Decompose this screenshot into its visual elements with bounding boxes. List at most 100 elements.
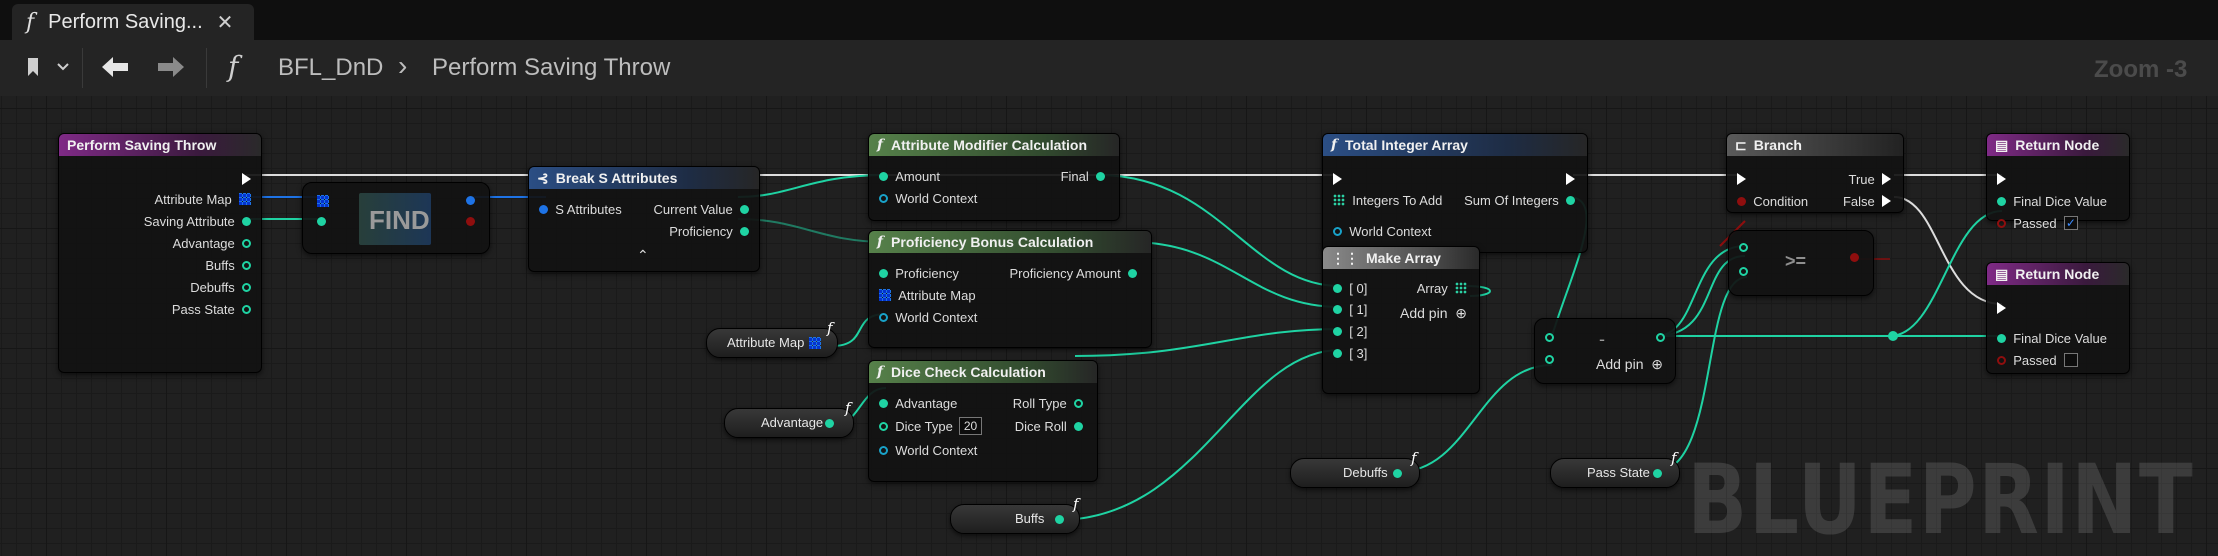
bool-output-pin[interactable] xyxy=(1850,253,1859,262)
buffs-getter[interactable]: Buffs f xyxy=(950,495,1080,534)
bool-input-pin[interactable] xyxy=(1997,355,2006,365)
exec-in-pin[interactable] xyxy=(1333,173,1342,185)
getter-label: Attribute Map xyxy=(727,335,805,350)
input-pin[interactable] xyxy=(879,268,888,278)
forward-arrow-icon[interactable] xyxy=(156,54,186,85)
input-pin[interactable] xyxy=(879,312,888,322)
entry-node[interactable]: Perform Saving Throw Attribute Map Savin… xyxy=(58,133,262,373)
collapse-chevron-icon[interactable]: ⌃ xyxy=(637,247,649,264)
subtract-operator: - xyxy=(1599,329,1605,349)
pin-label: Current Value xyxy=(653,201,733,217)
pin-label: Array xyxy=(1416,280,1448,296)
bool-input-pin[interactable] xyxy=(1997,218,2006,228)
exec-out-pin[interactable] xyxy=(1566,173,1575,185)
attribute-modifier-node[interactable]: f Attribute Modifier Calculation Amount F… xyxy=(868,133,1120,221)
passed-checkbox[interactable] xyxy=(2063,353,2078,367)
exec-in-pin[interactable] xyxy=(1997,302,2006,314)
array-output-pin[interactable] xyxy=(809,337,821,349)
close-icon[interactable]: ✕ xyxy=(217,10,234,35)
make-array-icon: ⋮⋮ xyxy=(1331,249,1359,266)
add-pin-button[interactable]: Add pin ⊕ xyxy=(1596,355,1663,373)
input-pin[interactable] xyxy=(879,445,888,455)
output-pin[interactable] xyxy=(1653,469,1662,478)
return-node-true[interactable]: ▤ Return Node Final Dice Value Passed ✓ xyxy=(1986,133,2130,231)
input-pin[interactable] xyxy=(1333,304,1342,314)
input-pin[interactable] xyxy=(1333,226,1342,236)
output-pin[interactable] xyxy=(1393,469,1402,478)
array-input-pin[interactable] xyxy=(317,195,329,207)
output-pin[interactable] xyxy=(242,304,251,314)
input-pin[interactable] xyxy=(1333,348,1342,358)
output-pin[interactable] xyxy=(242,260,251,270)
output-pin[interactable] xyxy=(740,204,749,214)
input-pin[interactable] xyxy=(879,171,888,181)
add-pin-button[interactable]: Add pin ⊕ xyxy=(1400,304,1467,322)
output-pin[interactable] xyxy=(825,419,834,428)
proficiency-bonus-node[interactable]: f Proficiency Bonus Calculation Proficien… xyxy=(868,230,1152,348)
back-arrow-icon[interactable] xyxy=(100,54,130,85)
bookmark-icon[interactable] xyxy=(24,54,70,85)
total-integer-array-node[interactable]: f Total Integer Array Integers To Add Sum… xyxy=(1322,133,1588,253)
blueprint-graph[interactable]: BLUEPRINT Perform Saving Throw Attribute… xyxy=(0,96,2218,556)
debuffs-getter[interactable]: Debuffs f xyxy=(1290,449,1420,488)
exec-out-pin[interactable] xyxy=(242,173,251,185)
breadcrumb-parent[interactable]: BFL_DnD xyxy=(278,54,383,82)
input-pin[interactable] xyxy=(1739,243,1748,252)
array-input-pin[interactable] xyxy=(879,289,891,301)
input-pin[interactable] xyxy=(1997,333,2006,343)
find-node[interactable]: FIND xyxy=(302,182,490,254)
output-pin[interactable] xyxy=(1074,421,1083,431)
function-icon: f xyxy=(1411,449,1417,467)
output-pin[interactable] xyxy=(466,196,475,205)
output-pin[interactable] xyxy=(242,238,251,248)
make-array-node[interactable]: ⋮⋮ Make Array [ 0] Array [ 1] Add pin ⊕ [… xyxy=(1322,246,1480,394)
output-pin[interactable] xyxy=(1656,333,1665,342)
pin-label: Advantage xyxy=(172,235,235,251)
attribute-map-getter[interactable]: Attribute Map f xyxy=(706,319,838,358)
subtract-node[interactable]: - Add pin ⊕ xyxy=(1534,318,1676,384)
input-pin[interactable] xyxy=(1739,267,1748,276)
advantage-getter[interactable]: Advantage f xyxy=(724,399,854,438)
data-wire xyxy=(737,218,887,243)
output-pin[interactable] xyxy=(1128,268,1137,278)
input-pin[interactable] xyxy=(539,204,548,214)
input-pin[interactable] xyxy=(1333,326,1342,336)
bool-output-pin[interactable] xyxy=(466,217,475,226)
tab-perform-saving-throw[interactable]: f Perform Saving... ✕ xyxy=(12,4,254,40)
output-pin[interactable] xyxy=(1055,515,1064,524)
input-pin[interactable] xyxy=(1997,196,2006,206)
output-pin[interactable] xyxy=(740,226,749,236)
exec-in-pin[interactable] xyxy=(1997,173,2006,185)
data-wire xyxy=(1057,349,1341,521)
input-pin[interactable] xyxy=(1545,333,1554,342)
input-pin[interactable] xyxy=(317,217,326,226)
array-output-pin[interactable] xyxy=(1455,282,1467,294)
output-pin[interactable] xyxy=(242,216,251,226)
input-pin[interactable] xyxy=(879,193,888,203)
passed-checkbox[interactable]: ✓ xyxy=(2063,216,2078,230)
input-pin[interactable] xyxy=(879,398,888,408)
pass-state-getter[interactable]: Pass State f xyxy=(1550,449,1680,488)
greater-equal-node[interactable]: >= xyxy=(1728,230,1874,296)
output-pin[interactable] xyxy=(1566,195,1575,205)
pin-label: Passed xyxy=(2013,215,2057,231)
dice-type-field[interactable]: 20 xyxy=(958,417,983,435)
output-pin[interactable] xyxy=(1096,171,1105,181)
return-node-false[interactable]: ▤ Return Node Final Dice Value Passed xyxy=(1986,262,2130,374)
node-title: Total Integer Array xyxy=(1345,137,1468,153)
exec-out-pin[interactable] xyxy=(1882,173,1891,185)
input-pin[interactable] xyxy=(1333,283,1342,293)
break-struct-node[interactable]: ⊰ Break S Attributes S Attributes Current… xyxy=(528,166,760,272)
output-pin[interactable] xyxy=(1074,398,1083,408)
bool-input-pin[interactable] xyxy=(1737,196,1746,206)
array-input-pin[interactable] xyxy=(1333,194,1345,206)
exec-out-pin[interactable] xyxy=(1882,195,1891,207)
exec-in-pin[interactable] xyxy=(1737,173,1746,185)
zoom-level: Zoom -3 xyxy=(2094,56,2188,83)
input-pin[interactable] xyxy=(879,421,888,431)
dice-check-node[interactable]: f Dice Check Calculation Advantage Roll T… xyxy=(868,360,1098,482)
branch-node[interactable]: ⊏ Branch True Condition False xyxy=(1726,133,1904,213)
input-pin[interactable] xyxy=(1545,355,1554,364)
output-pin[interactable] xyxy=(242,282,251,292)
array-icon[interactable] xyxy=(239,193,251,205)
